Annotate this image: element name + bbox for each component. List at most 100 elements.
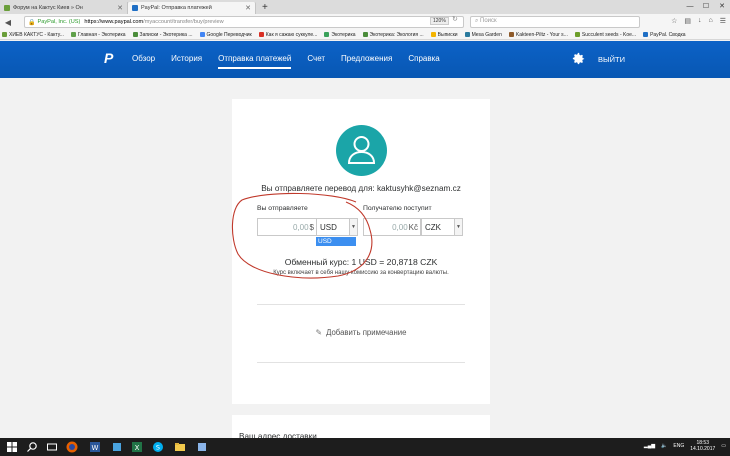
nav-help[interactable]: Справка xyxy=(408,54,439,69)
minimize-icon[interactable]: — xyxy=(682,0,698,14)
bookmark-favicon-icon xyxy=(324,32,330,37)
browser-nav-bar: ◀ 🔒 PayPal, Inc. (US) https://www.paypal… xyxy=(0,14,730,30)
window-controls: — ☐ ✕ xyxy=(682,0,730,14)
close-window-icon[interactable]: ✕ xyxy=(714,0,730,14)
bookmark-label: Как я сажаю суккуле... xyxy=(265,31,318,38)
bookmark-item[interactable]: Экотерика: Экология ... xyxy=(362,31,424,38)
download-icon[interactable]: ↓ xyxy=(698,17,702,25)
nav-send-payments[interactable]: Отправка платежей xyxy=(218,54,292,69)
bookmark-item[interactable]: ХИЕВ КАКТУС - Какту... xyxy=(2,32,64,38)
bookmark-item[interactable]: Главная - Экотерика xyxy=(70,31,126,38)
bookmark-label: Mesa Garden xyxy=(471,31,502,38)
clock[interactable]: 18:53 14.10.2017 xyxy=(690,440,715,452)
lock-icon: 🔒 xyxy=(28,19,36,26)
nav-offers[interactable]: Предложения xyxy=(341,54,392,69)
svg-text:S: S xyxy=(156,444,160,452)
notifications-icon[interactable]: ▭ xyxy=(721,443,726,449)
bookmark-item[interactable]: Записки - Экотерика ... xyxy=(132,31,193,38)
bookmark-favicon-icon xyxy=(430,32,436,37)
receive-currency-symbol: Kč xyxy=(408,222,418,232)
tab-title: PayPal: Отправка платежей xyxy=(141,5,212,11)
bookmarks-bar: ХИЕВ КАКТУС - Какту... Главная - Экотерик… xyxy=(0,30,730,40)
search-input[interactable]: ⌕ Поиск xyxy=(470,16,640,28)
bookmark-label: Выписки xyxy=(437,31,458,38)
bookmark-favicon-icon xyxy=(199,32,205,37)
bookmark-item[interactable]: Mesa Garden xyxy=(464,31,502,38)
bookmark-favicon-icon xyxy=(464,32,470,37)
receive-currency-select[interactable]: CZK ▼ xyxy=(421,218,463,236)
bookmark-item[interactable]: Succulent seeds - Koe... xyxy=(574,31,637,38)
bookmark-label: Главная - Экотерика xyxy=(77,31,126,38)
paypal-main-nav: Обзор История Отправка платежей Счет Пре… xyxy=(132,54,440,69)
excel-icon[interactable]: X xyxy=(131,441,143,453)
firefox-icon[interactable] xyxy=(66,441,78,453)
taskbar: W X S ▂▄▆ 🔈 ENG 18:53 14.10.2017 ▭ xyxy=(0,438,730,456)
bookmark-label: Экотерика xyxy=(331,31,356,38)
tab-paypal[interactable]: PayPal: Отправка платежей ✕ xyxy=(128,2,256,14)
logout-link[interactable]: ВЫЙТИ xyxy=(598,55,625,64)
url-path: /myaccount/transfer/buy/preview xyxy=(143,19,224,25)
close-icon[interactable]: ✕ xyxy=(117,4,123,12)
search-placeholder: Поиск xyxy=(480,18,497,24)
tab-forum[interactable]: Форум на Кактус Киев » Он ✕ xyxy=(0,2,128,14)
bookmark-item[interactable]: Kakteen-Piltz - Your s... xyxy=(508,31,568,38)
add-note-link[interactable]: ✎ Добавить примечание xyxy=(232,328,490,337)
svg-text:X: X xyxy=(135,444,140,452)
receive-currency-value: CZK xyxy=(425,222,441,232)
bookmark-item[interactable]: PayPal. Сводка xyxy=(643,32,686,38)
add-note-label: Добавить примечание xyxy=(326,328,407,337)
pencil-icon: ✎ xyxy=(315,328,323,337)
language-indicator[interactable]: ENG xyxy=(673,443,684,449)
gear-icon[interactable] xyxy=(571,51,586,66)
svg-text:W: W xyxy=(92,444,99,452)
task-view-icon[interactable] xyxy=(46,441,58,453)
bookmark-label: Экотерика: Экология ... xyxy=(369,31,424,38)
divider xyxy=(257,304,465,305)
paypal-logo[interactable]: P xyxy=(104,51,116,66)
volume-icon[interactable]: 🔈 xyxy=(661,443,667,449)
home-icon[interactable]: ⌂ xyxy=(708,17,712,25)
bookmark-label: Google Переводчик xyxy=(206,31,252,38)
bookmark-favicon-icon xyxy=(132,32,138,37)
network-icon[interactable]: ▂▄▆ xyxy=(644,443,655,449)
bookmark-item[interactable]: Экотерика xyxy=(324,31,356,38)
app-icon[interactable] xyxy=(111,441,123,453)
word-icon[interactable]: W xyxy=(89,441,101,453)
url-bar[interactable]: 🔒 PayPal, Inc. (US) https://www.paypal.c… xyxy=(24,16,464,28)
library-icon[interactable]: ▤ xyxy=(684,17,691,25)
chevron-down-icon[interactable]: ▼ xyxy=(454,219,462,235)
windows-start-icon[interactable] xyxy=(6,441,18,453)
bookmark-favicon-icon xyxy=(258,32,264,37)
app2-icon[interactable] xyxy=(196,441,208,453)
nav-history[interactable]: История xyxy=(171,54,202,69)
nav-overview[interactable]: Обзор xyxy=(132,54,155,69)
bookmark-item[interactable]: Google Переводчик xyxy=(199,31,252,38)
annotation-circle xyxy=(231,192,373,279)
bookmark-item[interactable]: Как я сажаю суккуле... xyxy=(258,31,318,38)
reload-icon[interactable]: ↻ xyxy=(452,15,458,23)
star-icon[interactable]: ☆ xyxy=(671,17,677,25)
bookmark-label: Kakteen-Piltz - Your s... xyxy=(515,31,568,38)
bookmark-label: Записки - Экотерика ... xyxy=(139,31,193,38)
zoom-level[interactable]: 120% xyxy=(430,17,449,25)
bookmark-label: ХИЕВ КАКТУС - Какту... xyxy=(9,31,64,38)
nav-account[interactable]: Счет xyxy=(307,54,325,69)
bookmark-favicon-icon xyxy=(362,32,368,37)
system-tray: ▂▄▆ 🔈 ENG 18:53 14.10.2017 ▭ xyxy=(644,440,726,452)
search-icon[interactable] xyxy=(26,441,38,453)
bookmark-item[interactable]: Выписки xyxy=(430,31,458,38)
maximize-icon[interactable]: ☐ xyxy=(698,0,714,14)
toolbar-icons: ☆ ▤ ↓ ⌂ ☰ xyxy=(671,17,726,25)
bookmark-label: Succulent seeds - Koe... xyxy=(581,31,637,38)
back-icon[interactable]: ◀ xyxy=(2,18,14,27)
close-icon[interactable]: ✕ xyxy=(245,4,251,12)
browser-tab-strip: Форум на Кактус Киев » Он ✕ PayPal: Отпр… xyxy=(0,0,730,14)
receive-amount-value: 0,00 xyxy=(392,222,408,232)
new-tab-button[interactable]: + xyxy=(262,2,268,14)
paypal-favicon-icon xyxy=(132,5,138,11)
user-icon xyxy=(347,136,376,164)
skype-icon[interactable]: S xyxy=(152,441,164,453)
menu-icon[interactable]: ☰ xyxy=(720,17,726,25)
explorer-icon[interactable] xyxy=(174,441,186,453)
paypal-header: P Обзор История Отправка платежей Счет П… xyxy=(0,41,730,78)
